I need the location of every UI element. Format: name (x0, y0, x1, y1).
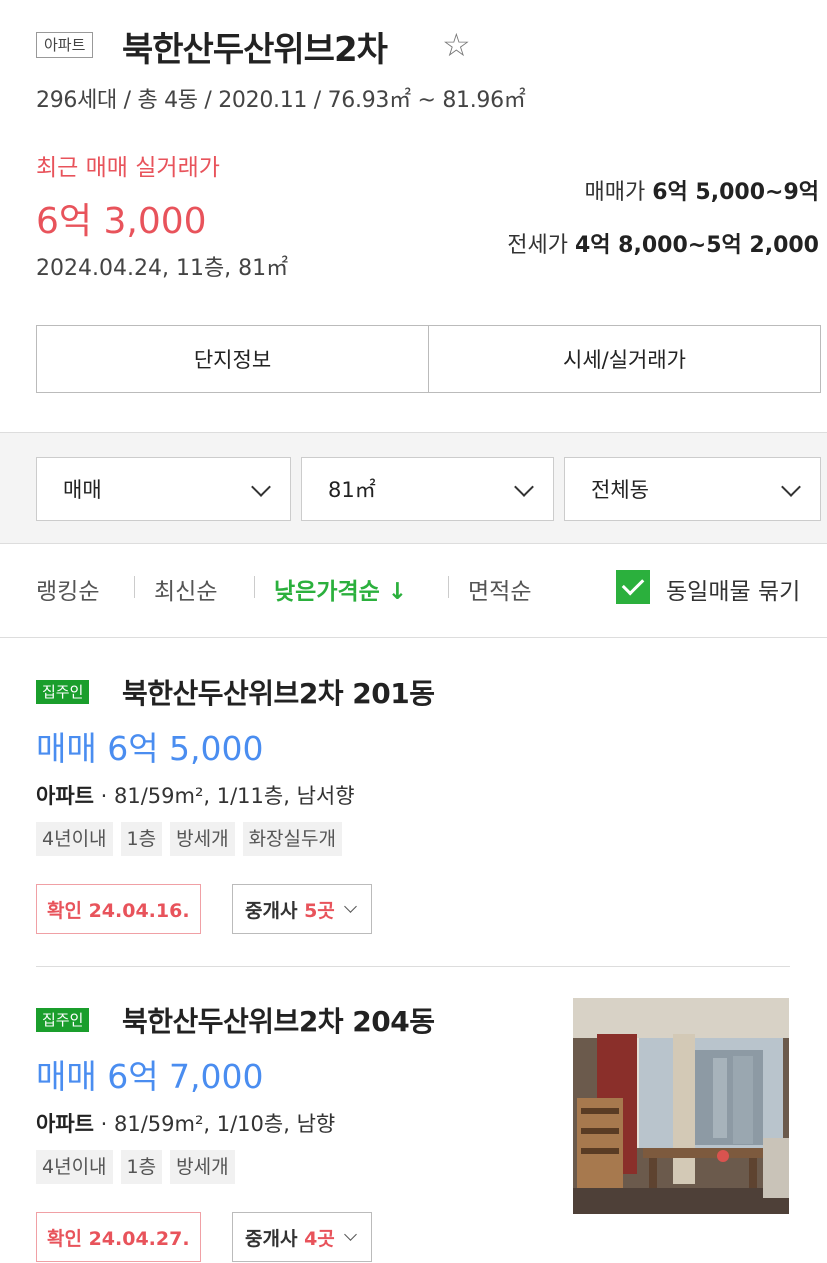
group-listings-checkbox[interactable] (616, 570, 650, 604)
tab-market-price[interactable]: 시세/실거래가 (428, 326, 820, 392)
star-icon[interactable]: ☆ (442, 26, 471, 64)
feature-chips: 4년이내 1층 방세개 (36, 1150, 235, 1184)
feature-chip: 방세개 (170, 822, 235, 856)
group-listings-label[interactable]: 동일매물 묶기 (666, 572, 800, 606)
feature-chip: 1층 (120, 1150, 163, 1184)
building-value: 전체동 (591, 478, 649, 502)
trade-type-value: 매매 (63, 478, 102, 502)
listing-spec: 아파트 · 81/59m², 1/11층, 남서향 (36, 780, 355, 810)
listing-item[interactable]: 집주인 북한산두산위브2차 201동 매매 6억 5,000 아파트 · 81/… (36, 672, 827, 942)
chevron-down-icon (781, 477, 801, 497)
building-select[interactable]: 전체동 (564, 457, 821, 521)
listing-photo[interactable] (573, 998, 789, 1214)
tab-complex-info[interactable]: 단지정보 (37, 326, 428, 392)
divider (36, 966, 790, 967)
listing-price: 매매 6억 5,000 (36, 729, 264, 768)
feature-chip: 화장실두개 (242, 822, 342, 856)
listing-spec-detail: · 81/59m², 1/11층, 남서향 (100, 784, 355, 808)
chevron-down-icon (251, 477, 271, 497)
recent-trade-price: 6억 3,000 (36, 201, 207, 242)
sort-divider (254, 576, 255, 598)
complex-summary: 296세대 / 총 4동 / 2020.11 / 76.93㎡ ~ 81.96㎡ (36, 88, 526, 113)
chevron-down-icon (514, 477, 534, 497)
chevron-down-icon (343, 900, 357, 913)
jeonse-price-range: 전세가 4억 8,000~5억 2,000 (507, 227, 819, 259)
recent-trade-label: 최근 매매 실거래가 (36, 155, 220, 181)
owner-badge: 집주인 (36, 680, 90, 704)
sort-area[interactable]: 면적순 (468, 572, 531, 606)
listing-title: 북한산두산위브2차 201동 (122, 677, 435, 710)
area-value: 81㎡ (328, 478, 376, 502)
sort-low-price[interactable]: 낮은가격순 ↓ (274, 572, 407, 606)
listing-type: 아파트 (36, 784, 94, 808)
feature-chip: 4년이내 (36, 1150, 113, 1184)
complex-header: 아파트 북한산두산위브2차 ☆ 296세대 / 총 4동 / 2020.11 /… (36, 22, 827, 281)
sort-bar: 랭킹순 최신순 낮은가격순 ↓ 면적순 동일매물 묶기 (36, 566, 827, 616)
property-type-tag: 아파트 (36, 32, 94, 58)
filter-bar: 매매 81㎡ 전체동 (0, 432, 827, 544)
feature-chips: 4년이내 1층 방세개 화장실두개 (36, 822, 342, 856)
recent-trade-detail: 2024.04.24, 11층, 81㎡ (36, 256, 289, 281)
feature-chip: 방세개 (170, 1150, 235, 1184)
agents-count: 5곳 (304, 899, 335, 922)
agents-count: 4곳 (304, 1227, 335, 1250)
agents-dropdown[interactable]: 중개사 5곳 (232, 884, 372, 934)
info-tabs: 단지정보 시세/실거래가 (36, 325, 821, 393)
listing-type: 아파트 (36, 1112, 94, 1136)
trade-type-select[interactable]: 매매 (36, 457, 291, 521)
chevron-down-icon (343, 1228, 357, 1241)
sale-price-label: 매매가 (584, 180, 646, 205)
sort-ranking[interactable]: 랭킹순 (36, 572, 99, 606)
apartment-interior-photo (573, 998, 789, 1214)
owner-badge: 집주인 (36, 1008, 90, 1032)
confirm-date-badge: 확인 24.04.27. (36, 1212, 201, 1262)
area-select[interactable]: 81㎡ (301, 457, 554, 521)
listing-spec-detail: · 81/59m², 1/10층, 남향 (100, 1112, 336, 1136)
listing-title: 북한산두산위브2차 204동 (122, 1005, 435, 1038)
listing-price: 매매 6억 7,000 (36, 1057, 264, 1096)
feature-chip: 1층 (120, 822, 163, 856)
confirm-date-badge: 확인 24.04.16. (36, 884, 201, 934)
jeonse-price-value: 4억 8,000~5억 2,000 (574, 233, 819, 258)
feature-chip: 4년이내 (36, 822, 113, 856)
sale-price-range: 매매가 6억 5,000~9억 (584, 174, 819, 206)
listing-spec: 아파트 · 81/59m², 1/10층, 남향 (36, 1108, 335, 1138)
jeonse-price-label: 전세가 (507, 233, 568, 258)
sort-latest[interactable]: 최신순 (154, 572, 217, 606)
sort-divider (134, 576, 135, 598)
agents-label: 중개사 (245, 1227, 298, 1250)
divider (0, 637, 827, 638)
complex-name: 북한산두산위브2차 (122, 30, 388, 70)
sale-price-value: 6억 5,000~9억 (652, 180, 819, 205)
sort-divider (448, 576, 449, 598)
agents-dropdown[interactable]: 중개사 4곳 (232, 1212, 372, 1262)
agents-label: 중개사 (245, 899, 298, 922)
